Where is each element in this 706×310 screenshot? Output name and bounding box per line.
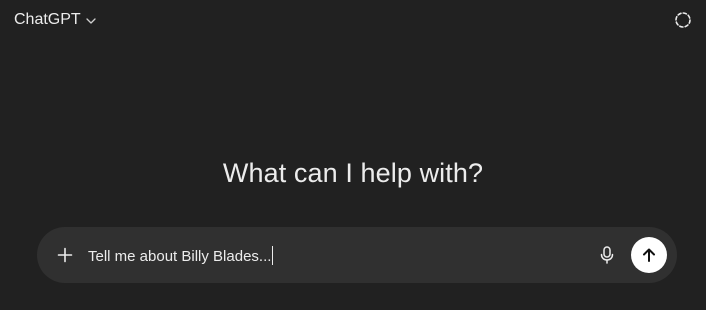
plus-icon [57,247,73,263]
arrow-up-icon [641,247,657,263]
model-name: ChatGPT [14,11,81,28]
message-input-text: Tell me about Billy Blades... [88,248,272,265]
page-title: What can I help with? [222,158,484,188]
send-button[interactable] [631,237,667,273]
model-switcher[interactable]: ChatGPT [14,10,97,30]
top-bar: ChatGPT [0,0,706,40]
text-cursor [272,246,274,265]
chevron-down-icon [85,15,97,27]
dashed-circle-icon [674,11,692,29]
dictate-button[interactable] [598,245,616,265]
temporary-chat-button[interactable] [674,11,692,29]
microphone-icon [600,246,614,264]
add-attachment-button[interactable] [55,245,75,265]
message-composer: Tell me about Billy Blades... [37,227,677,283]
message-input[interactable]: Tell me about Billy Blades... [88,246,274,266]
